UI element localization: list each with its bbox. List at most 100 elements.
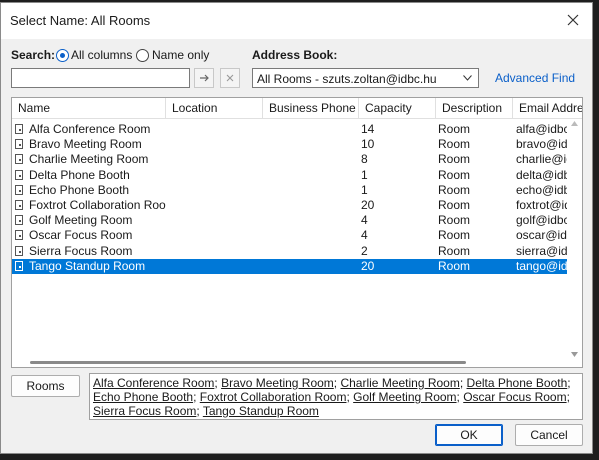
cell-email: bravo@idbc [516, 137, 568, 152]
column-header-email-address[interactable]: Email Addres [513, 98, 582, 118]
cell-email: tango@idb [516, 258, 568, 273]
column-header-name[interactable]: Name [12, 98, 166, 118]
all-columns-label[interactable]: All columns [71, 48, 132, 62]
cell-description: Room [438, 122, 471, 136]
table-row[interactable]: Echo Phone Booth 1 Room echo@idbc [12, 183, 568, 198]
advanced-find-link[interactable]: Advanced Find [495, 71, 575, 85]
cell-name: Alfa Conference Room [29, 122, 151, 136]
cell-business-phone [269, 168, 359, 183]
cell-email: charlie@idb [516, 152, 568, 167]
selected-room-link[interactable]: Oscar Focus Room [463, 390, 566, 404]
table-row[interactable]: Tango Standup Room 20 Room tango@idb [12, 258, 568, 274]
selected-room-link[interactable]: Foxtrot Collaboration Room [200, 390, 347, 404]
cell-location [172, 198, 263, 213]
chevron-down-icon [463, 75, 472, 81]
selected-room-link[interactable]: Delta Phone Booth [467, 376, 568, 390]
arrow-right-icon [200, 74, 209, 82]
cell-business-phone [269, 213, 359, 228]
cell-capacity: 1 [361, 182, 368, 197]
table-row[interactable]: Sierra Focus Room 2 Room sierra@idb [12, 244, 568, 259]
room-icon [15, 245, 23, 256]
room-icon [15, 169, 23, 180]
cell-location [172, 137, 263, 152]
cell-email: sierra@idb [516, 243, 568, 258]
cell-email: golf@idbc. [516, 213, 568, 228]
name-only-label[interactable]: Name only [152, 48, 209, 62]
table-row[interactable]: Golf Meeting Room 4 Room golf@idbc. [12, 213, 568, 228]
cell-location [172, 168, 263, 183]
cell-description: Room [438, 182, 471, 197]
name-only-radio[interactable] [136, 49, 149, 62]
cell-capacity: 14 [361, 122, 375, 136]
cell-capacity: 2 [361, 243, 368, 258]
cell-name: Foxtrot Collaboration Room [29, 198, 166, 212]
cell-name: Bravo Meeting Room [29, 137, 142, 152]
cell-name: Sierra Focus Room [29, 243, 133, 258]
cell-description: Room [438, 167, 471, 182]
room-icon [15, 184, 23, 195]
clear-search-button[interactable] [220, 68, 240, 88]
table-row[interactable]: Oscar Focus Room 4 Room oscar@idbc [12, 228, 568, 243]
cell-location [172, 183, 263, 198]
scroll-down-icon[interactable] [571, 352, 578, 357]
search-input[interactable] [11, 68, 190, 88]
cell-business-phone [269, 152, 359, 167]
cell-description: Room [438, 198, 471, 212]
address-book-label: Address Book: [252, 48, 338, 62]
ok-button[interactable]: OK [435, 424, 503, 446]
horizontal-scroll-thumb[interactable] [30, 361, 466, 364]
column-header-description[interactable]: Description [436, 98, 513, 118]
go-button[interactable] [194, 68, 214, 88]
selected-room-link[interactable]: Golf Meeting Room [353, 390, 456, 404]
close-icon[interactable] [562, 9, 584, 31]
cancel-button[interactable]: Cancel [515, 424, 583, 446]
room-icon [15, 139, 23, 150]
vertical-scrollbar[interactable] [567, 119, 582, 359]
table-row[interactable]: Bravo Meeting Room 10 Room bravo@idbc [12, 137, 568, 152]
cell-name: Echo Phone Booth [29, 182, 130, 197]
selected-room-link[interactable]: Sierra Focus Room [93, 404, 196, 418]
cell-email: alfa@idbc.l [516, 122, 568, 136]
column-header-location[interactable]: Location [166, 98, 263, 118]
horizontal-scrollbar[interactable] [12, 357, 568, 367]
cell-name: Golf Meeting Room [29, 213, 133, 228]
table-row[interactable]: Alfa Conference Room 14 Room alfa@idbc.l [12, 122, 568, 137]
cell-capacity: 10 [361, 137, 375, 152]
cell-description: Room [438, 258, 471, 273]
room-icon [15, 260, 23, 271]
cell-name: Delta Phone Booth [29, 167, 130, 182]
cell-location [172, 228, 263, 243]
selected-rooms-field[interactable]: Alfa Conference Room; Bravo Meeting Room… [89, 373, 583, 420]
scroll-up-icon[interactable] [571, 121, 578, 126]
column-header-business-phone[interactable]: Business Phone [263, 98, 359, 118]
cell-name: Oscar Focus Room [29, 228, 133, 243]
cell-email: delta@idbc [516, 167, 568, 182]
address-book-dropdown[interactable]: All Rooms - szuts.zoltan@idbc.hu [252, 68, 479, 88]
all-columns-radio[interactable] [56, 49, 69, 62]
room-icon [15, 215, 23, 226]
table-row[interactable]: Charlie Meeting Room 8 Room charlie@idb [12, 152, 568, 167]
cell-capacity: 4 [361, 228, 368, 243]
cell-business-phone [269, 137, 359, 152]
selected-room-link[interactable]: Alfa Conference Room [93, 376, 214, 390]
cell-business-phone [269, 183, 359, 198]
table-row[interactable]: Delta Phone Booth 1 Room delta@idbc [12, 168, 568, 183]
selected-room-link[interactable]: Echo Phone Booth [93, 390, 193, 404]
column-header-capacity[interactable]: Capacity [359, 98, 436, 118]
search-label: Search: [11, 48, 56, 62]
cell-description: Room [438, 137, 471, 152]
separator: ; [567, 376, 571, 390]
selected-room-link[interactable]: Bravo Meeting Room [221, 376, 334, 390]
cell-business-phone [269, 228, 359, 243]
cell-description: Room [438, 213, 471, 228]
separator: ; [566, 390, 570, 404]
rooms-list[interactable]: Name Location Business Phone Capacity De… [11, 97, 583, 368]
cell-capacity: 8 [361, 152, 368, 167]
cell-location [172, 122, 263, 137]
table-row[interactable]: Foxtrot Collaboration Room 20 Room foxtrot@… [12, 198, 568, 213]
separator: ; [459, 376, 467, 390]
rooms-button[interactable]: Rooms [11, 375, 80, 397]
selected-room-link[interactable]: Charlie Meeting Room [340, 376, 459, 390]
selected-room-link[interactable]: Tango Standup Room [203, 404, 319, 418]
cell-description: Room [438, 243, 471, 258]
